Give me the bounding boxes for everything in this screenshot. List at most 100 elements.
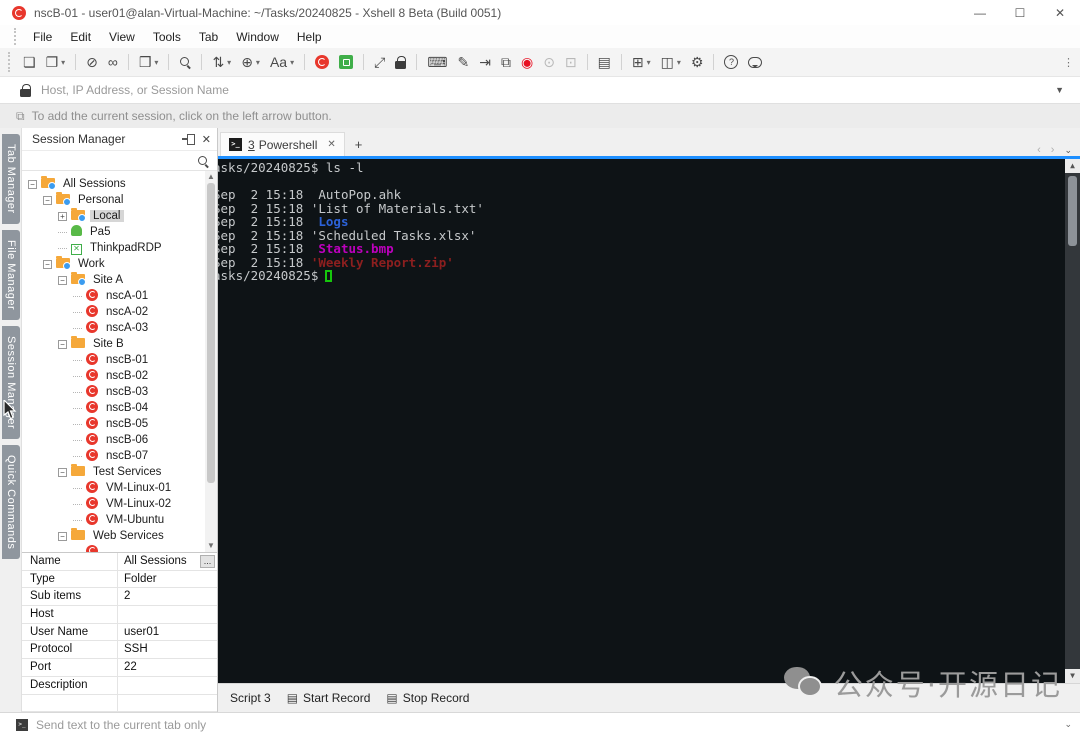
layout-icon[interactable]: ◫ ▾ [657,52,685,73]
keyboard-icon[interactable]: ⌨ [423,52,451,73]
record-icon[interactable]: ◉ [517,52,537,73]
tree-expander-icon[interactable]: − [28,179,37,189]
menu-help[interactable]: Help [288,28,331,46]
start-record-button[interactable]: ▤ Start Record [281,689,377,707]
lock-screen-icon[interactable] [391,54,410,71]
tree-expander-icon[interactable]: − [58,531,67,541]
tree-expander-icon[interactable]: − [43,259,52,269]
web-browser-icon[interactable]: ⊕ ▾ [237,52,264,73]
menu-file[interactable]: File [24,28,61,46]
help-icon[interactable]: ? [720,53,742,71]
tab-close-icon[interactable]: ✕ [327,139,335,150]
tree-expander-icon[interactable]: − [43,195,52,205]
tree-item-nscb-07[interactable]: nscB-07 [22,448,217,464]
tree-item-nscb-03[interactable]: nscB-03 [22,384,217,400]
side-tab-quick-commands[interactable]: Quick Commands [2,445,20,560]
tree-item-site-a[interactable]: − Site A [22,271,217,288]
new-session-icon[interactable]: ❏ [19,52,40,73]
font-size-icon[interactable]: Aa ▾ [266,52,298,72]
tab-powershell[interactable]: >_ 3 Powershell ✕ [220,132,345,156]
tree-expander-icon[interactable]: + [58,211,67,221]
minimize-button[interactable]: — [960,0,1000,25]
tree-scrollbar[interactable]: ▲ ▼ [205,171,217,552]
toolbar-grip[interactable] [8,52,12,72]
terminal-screen[interactable]: asks/20240825$ ls -l Sep 2 15:18 AutoPop… [218,159,1080,683]
address-dropdown-icon[interactable]: ▼ [1049,85,1070,95]
tree-item-vm-linux-02[interactable]: VM-Linux-02 [22,496,217,512]
tree-item-site-b[interactable]: − Site B [22,335,217,352]
tree-item-nscb-04[interactable]: nscB-04 [22,400,217,416]
tree-scrollbar-thumb[interactable] [207,183,215,483]
address-bar[interactable]: Host, IP Address, or Session Name ▼ [0,76,1080,104]
side-tab-tab-manager[interactable]: Tab Manager [2,134,20,224]
duplicate-icon[interactable]: ⧉ [497,52,515,73]
terminal-scroll-down-icon[interactable]: ▼ [1065,669,1080,683]
scroll-down-icon[interactable]: ▼ [207,540,215,552]
tree-item-test-services[interactable]: − Test Services [22,463,217,480]
menu-view[interactable]: View [100,28,144,46]
tree-expander-icon[interactable]: − [58,339,67,349]
address-input[interactable]: Host, IP Address, or Session Name [41,83,1049,97]
menu-tools[interactable]: Tools [144,28,190,46]
tree-item-nscb-02[interactable]: nscB-02 [22,368,217,384]
tree-item-nscb-06[interactable]: nscB-06 [22,432,217,448]
tree-item-nsca-02[interactable]: nscA-02 [22,304,217,320]
tab-next-icon[interactable]: › [1051,144,1055,156]
terminal-scrollbar[interactable]: ▲ ▼ [1065,159,1080,683]
tree-item-nscb-01[interactable]: nscB-01 [22,352,217,368]
tab-list-icon[interactable]: ⌄ [1064,145,1072,156]
open-session-icon[interactable]: ❐ ▾ [42,52,70,73]
disconnect-icon[interactable]: ⊘ [82,52,102,73]
xftp-icon[interactable] [335,53,357,71]
settings-gear-icon[interactable]: ⚙ [687,52,708,73]
side-tab-file-manager[interactable]: File Manager [2,229,20,320]
menu-grip[interactable] [14,28,18,45]
send-text-bar[interactable]: >_ Send text to the current tab only ⌄ [0,712,1080,736]
send-input-icon[interactable]: ⇥ [475,52,495,73]
toolbar-overflow-icon[interactable]: ⋮ [1063,56,1074,69]
find-icon[interactable] [175,54,195,70]
tree-item-nsca-01[interactable]: nscA-01 [22,288,217,304]
terminal-scroll-up-icon[interactable]: ▲ [1065,159,1080,173]
tree-expander-icon[interactable]: − [58,275,67,285]
session-properties-icon[interactable]: ❒ ▾ [135,52,163,73]
compose-icon[interactable]: ✎ [454,52,474,73]
maximize-button[interactable]: ☐ [1000,0,1040,25]
tree-item-thinkpadrdp[interactable]: ✕ ThinkpadRDP [22,240,217,256]
script-button[interactable]: Script 3 [224,689,277,707]
tree-item-work[interactable]: − Work [22,255,217,272]
menu-window[interactable]: Window [227,28,288,46]
tab-prev-icon[interactable]: ‹ [1037,144,1041,156]
new-tab-button[interactable]: + [347,137,371,156]
fullscreen-icon[interactable]: ⤢ [370,52,389,73]
close-button[interactable]: ✕ [1040,0,1080,25]
tree-item-vm-ubuntu[interactable]: VM-Ubuntu [22,512,217,528]
more-button[interactable]: ... [200,555,215,568]
tree-item-pa5[interactable]: Pa5 [22,224,217,240]
stop-record-button[interactable]: ▤ Stop Record [380,689,475,707]
session-search-input[interactable] [22,150,217,171]
tree-item-vm-linux-01[interactable]: VM-Linux-01 [22,480,217,496]
menu-edit[interactable]: Edit [61,28,100,46]
menu-tab[interactable]: Tab [190,28,227,46]
tree-item-local[interactable]: + Local [22,207,217,224]
panel-close-icon[interactable]: ✕ [202,133,211,146]
tree-item-all-sessions[interactable]: − All Sessions [22,175,217,192]
tree-item-web-services[interactable]: − Web Services [22,527,217,544]
send-bar-dropdown-icon[interactable]: ⌄ [1064,719,1072,730]
tree-expander-icon[interactable]: − [58,467,67,477]
scroll-up-icon[interactable]: ▲ [207,171,215,183]
reconnect-icon[interactable]: ∞ [104,52,122,72]
tree-item-partial[interactable] [22,544,217,552]
message-panel-icon[interactable]: ▤ [594,52,615,73]
tree-item-nscb-05[interactable]: nscB-05 [22,416,217,432]
feedback-icon[interactable] [744,55,766,70]
transfer-icon[interactable]: ⇅ ▾ [208,52,235,73]
tree-item-personal[interactable]: − Personal [22,191,217,208]
tree-item-nsca-03[interactable]: nscA-03 [22,320,217,336]
send-text-input[interactable]: Send text to the current tab only [36,718,1064,732]
new-window-icon[interactable]: ⊞ ▾ [628,52,655,73]
terminal-scrollbar-thumb[interactable] [1068,176,1077,246]
xshell-icon[interactable] [311,53,333,71]
pin-icon[interactable] [181,133,195,145]
